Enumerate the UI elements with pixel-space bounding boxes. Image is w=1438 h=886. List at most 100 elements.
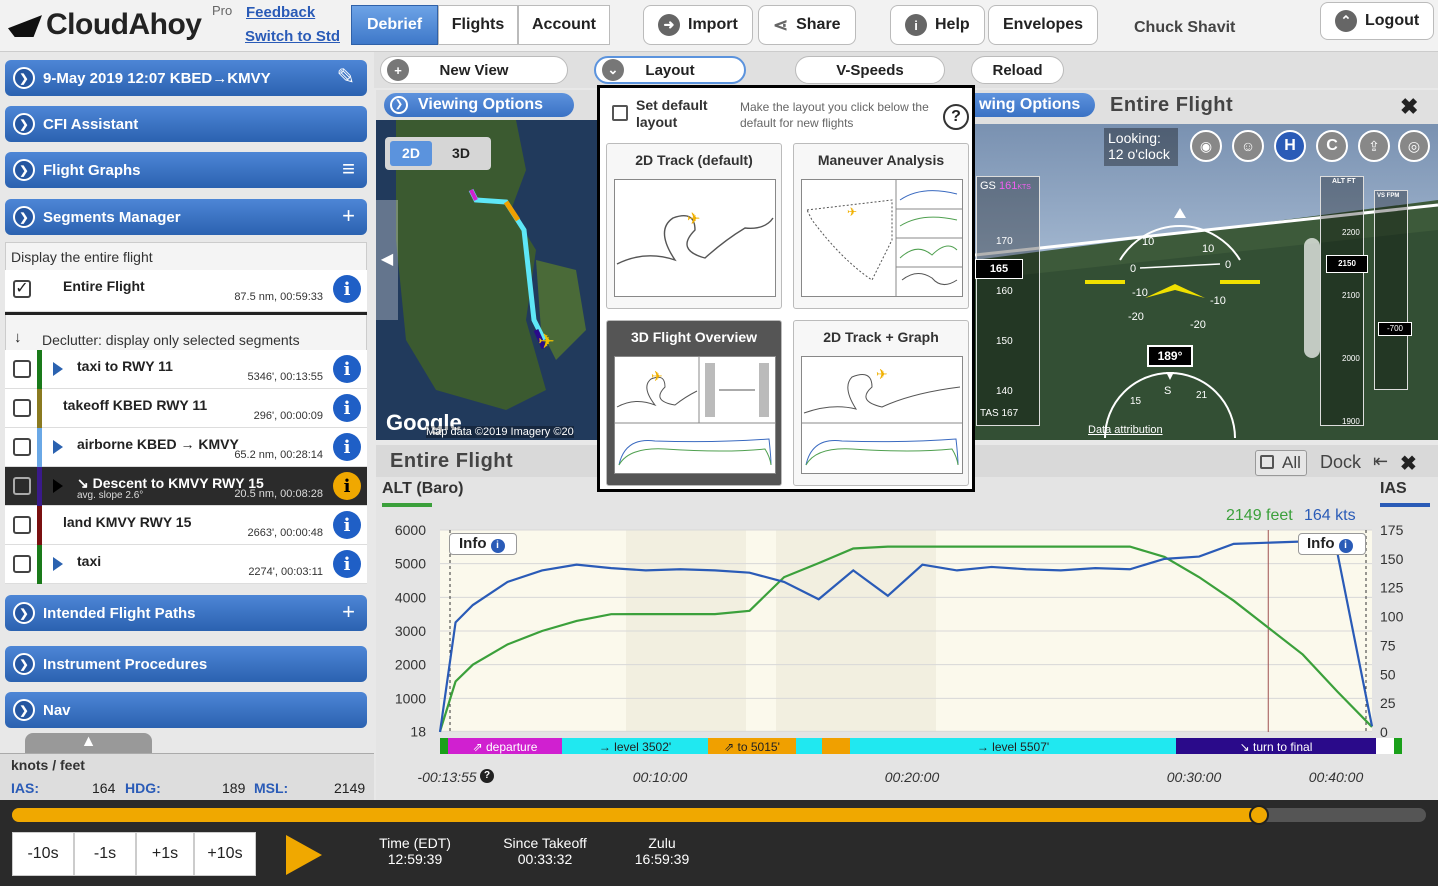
cfi-assistant-header[interactable]: ❯ CFI Assistant	[5, 106, 367, 142]
heading-icon[interactable]: H	[1274, 130, 1306, 162]
entire-flight-row[interactable]: ✓ Entire Flight 87.5 nm, 00:59:33 i	[5, 270, 367, 312]
segment-checkbox[interactable]	[13, 477, 31, 495]
step-fwd-1s-button[interactable]: +1s	[136, 832, 194, 876]
tab-flights[interactable]: Flights	[438, 5, 518, 45]
segment-row[interactable]: land KMVY RWY 15 2663', 00:00:48 i	[5, 506, 367, 545]
segment-row[interactable]: taxi 2274', 00:03:11 i	[5, 545, 367, 584]
top-view-icon[interactable]: ⇪	[1358, 130, 1390, 162]
segment-band[interactable]	[1376, 738, 1394, 754]
timeline-thumb[interactable]	[1249, 805, 1270, 825]
nav-header[interactable]: ❯ Nav	[5, 692, 367, 728]
reload-button[interactable]: Reload	[971, 56, 1064, 84]
dock-icon[interactable]: ⇤	[1373, 451, 1388, 472]
mode-3d-button[interactable]: 3D	[440, 141, 482, 166]
entire-flight-checkbox[interactable]: ✓	[13, 280, 31, 298]
alt-ias-chart[interactable]: 6000 5000 4000 3000 2000 1000 18 175 150 125 100 75…	[376, 520, 1438, 800]
step-back-10s-button[interactable]: -10s	[12, 832, 74, 876]
segment-band[interactable]	[822, 738, 850, 754]
help-button[interactable]: i Help	[890, 5, 985, 45]
expand-triangle-icon[interactable]	[53, 440, 63, 454]
segment-checkbox[interactable]	[13, 360, 31, 378]
chase-view-icon[interactable]: C	[1316, 130, 1348, 162]
close-icon[interactable]: ✖	[1400, 94, 1418, 120]
help-icon[interactable]: ?	[480, 769, 494, 783]
thumbnail: ✈	[801, 179, 963, 297]
share-button[interactable]: ⋖ Share	[758, 5, 856, 45]
switch-to-std-link[interactable]: Switch to Std	[245, 28, 340, 45]
segment-checkbox[interactable]	[13, 399, 31, 417]
pilot-view-icon[interactable]: ☺	[1232, 130, 1264, 162]
info-icon[interactable]: i	[333, 394, 361, 422]
edit-pencil-icon[interactable]: ✎	[337, 64, 355, 90]
segments-label: Segments Manager	[43, 208, 181, 226]
info-icon[interactable]: i	[333, 355, 361, 383]
eye-icon[interactable]: ◉	[1190, 130, 1222, 162]
new-view-button[interactable]: + New View	[380, 56, 568, 84]
import-button[interactable]: ➜ Import	[643, 5, 753, 45]
collapse-up-icon[interactable]: ▲	[25, 733, 152, 753]
layout-button[interactable]: ⌄ Layout	[594, 56, 746, 84]
flight-graphs-header[interactable]: ❯ Flight Graphs ≡	[5, 152, 367, 188]
thumbnail: ✈	[614, 179, 776, 297]
instrument-procedures-header[interactable]: ❯ Instrument Procedures	[5, 646, 367, 682]
segment-band[interactable]	[440, 738, 448, 754]
entire-flight-name: Entire Flight	[63, 278, 145, 294]
info-icon[interactable]: i	[333, 550, 361, 578]
segment-checkbox[interactable]	[13, 438, 31, 456]
segment-row[interactable]: taxi to RWY 11 5346', 00:13:55 i	[5, 350, 367, 389]
tab-account[interactable]: Account	[518, 5, 610, 45]
play-icon[interactable]	[286, 835, 322, 875]
envelopes-label: Envelopes	[1003, 16, 1084, 33]
info-icon[interactable]: i	[333, 511, 361, 539]
vspeeds-button[interactable]: V-Speeds	[795, 56, 945, 84]
logo[interactable]: CloudAhoy	[8, 8, 202, 42]
segment-row[interactable]: takeoff KBED RWY 11 296', 00:00:09 i	[5, 389, 367, 428]
expand-triangle-icon[interactable]	[53, 479, 63, 493]
info-left-badge[interactable]: Info i	[449, 533, 517, 555]
tab-debrief[interactable]: Debrief	[351, 5, 438, 45]
nav-label: Nav	[43, 701, 71, 719]
3d-viewing-options-button[interactable]: wing Options	[975, 93, 1095, 117]
plus-icon[interactable]: +	[342, 599, 355, 625]
envelopes-button[interactable]: Envelopes	[988, 5, 1099, 45]
info-icon[interactable]: i	[333, 275, 361, 303]
outside-view-icon[interactable]: ◎	[1398, 130, 1430, 162]
step-back-1s-button[interactable]: -1s	[74, 832, 136, 876]
feedback-link[interactable]: Feedback	[246, 4, 315, 21]
dock-label[interactable]: Dock	[1320, 452, 1361, 473]
info-icon[interactable]: i	[333, 433, 361, 461]
menu-icon[interactable]: ≡	[342, 156, 355, 182]
segment-row[interactable]: airborne KBED → KMVY 65.2 nm, 00:28:14 i	[5, 428, 367, 467]
segment-band[interactable]	[796, 738, 822, 754]
layout-card-2d-track[interactable]: 2D Track (default) ✈	[606, 143, 782, 309]
segment-checkbox[interactable]	[13, 555, 31, 573]
collapse-left-icon[interactable]: ◀	[376, 200, 398, 320]
segment-row[interactable]: ↘ Descent to KMVY RWY 15 avg. slope 2.6° 2…	[5, 467, 367, 506]
expand-triangle-icon[interactable]	[53, 362, 63, 376]
intended-flight-paths-header[interactable]: ❯ Intended Flight Paths +	[5, 595, 367, 631]
share-icon: ⋖	[773, 14, 789, 35]
close-graph-icon[interactable]: ✖	[1400, 451, 1417, 476]
plus-icon[interactable]: +	[342, 203, 355, 229]
data-attribution-link[interactable]: Data attribution	[1088, 424, 1163, 436]
segment-checkbox[interactable]	[13, 516, 31, 534]
info-icon[interactable]: i	[333, 472, 361, 500]
expand-triangle-icon[interactable]	[53, 557, 63, 571]
flight-header[interactable]: ❯ 9-May 2019 12:07 KBED→KMVY ✎	[5, 60, 367, 96]
viewing-options-button[interactable]: Viewing Options	[384, 93, 574, 117]
layout-card-3d-overview[interactable]: 3D Flight Overview ✈	[606, 320, 782, 486]
all-checkbox[interactable]	[1260, 455, 1274, 469]
logout-button[interactable]: ⌃ Logout	[1320, 2, 1435, 40]
set-default-checkbox[interactable]	[612, 105, 628, 121]
segments-manager-header[interactable]: ❯ Segments Manager +	[5, 199, 367, 235]
step-fwd-10s-button[interactable]: +10s	[194, 832, 256, 876]
help-icon[interactable]: ?	[943, 104, 969, 130]
layout-card-2d-graph[interactable]: 2D Track + Graph ✈	[793, 320, 969, 486]
share-label: Share	[796, 16, 841, 33]
layout-card-maneuver[interactable]: Maneuver Analysis ✈	[793, 143, 969, 309]
mode-2d-button[interactable]: 2D	[390, 141, 432, 166]
vs-tape	[1374, 190, 1408, 390]
left-tick-label: 2000	[395, 657, 426, 673]
segment-band[interactable]	[1394, 738, 1402, 754]
info-right-badge[interactable]: Info i	[1298, 533, 1366, 555]
